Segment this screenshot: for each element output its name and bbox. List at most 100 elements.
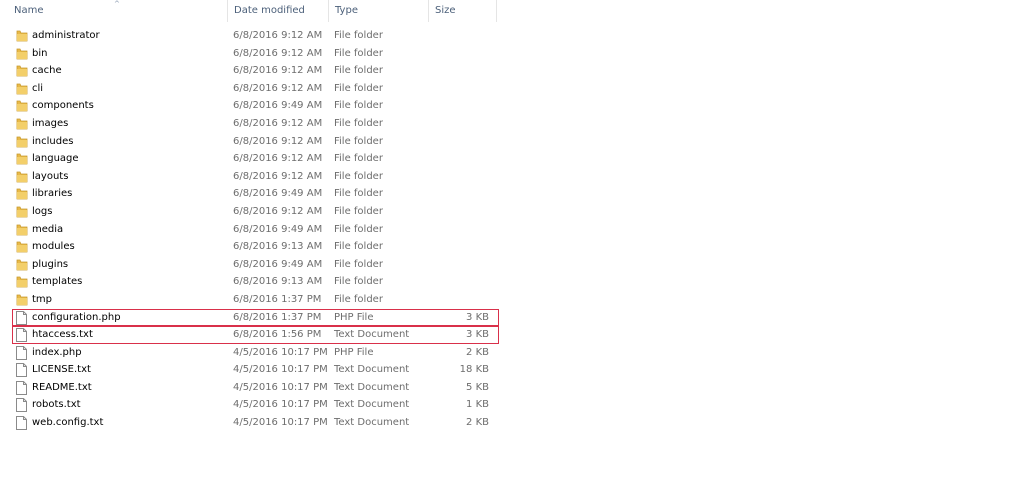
item-name: plugins	[32, 258, 69, 270]
item-name: bin	[32, 47, 48, 59]
file-list-row[interactable]: language 6/8/2016 9:12 AM File folder	[0, 150, 520, 168]
file-list-row-highlighted[interactable]: htaccess.txt 6/8/2016 1:56 PM Text Docum…	[12, 326, 499, 344]
file-list-row[interactable]: components 6/8/2016 9:49 AM File folder	[0, 97, 520, 115]
folder-icon	[16, 223, 28, 237]
file-list-row[interactable]: images 6/8/2016 9:12 AM File folder	[0, 115, 520, 133]
item-size: 18 KB	[459, 364, 489, 376]
folder-icon	[16, 187, 28, 201]
item-name: LICENSE.txt	[32, 364, 91, 376]
column-header-bar: ^ Name Date modified Type Size	[0, 0, 497, 22]
item-type: PHP File	[334, 346, 374, 358]
item-type: File folder	[334, 82, 383, 94]
folder-icon	[16, 170, 28, 184]
item-type: Text Document	[334, 381, 410, 393]
folder-icon	[16, 258, 28, 272]
folder-icon	[16, 29, 28, 43]
file-list-row[interactable]: plugins 6/8/2016 9:49 AM File folder	[0, 256, 520, 274]
item-name: index.php	[32, 346, 82, 358]
item-date-modified: 4/5/2016 10:17 PM	[233, 381, 328, 393]
file-icon	[16, 363, 28, 378]
item-date-modified: 6/8/2016 9:12 AM	[233, 205, 323, 217]
item-type: File folder	[334, 276, 383, 288]
item-date-modified: 6/8/2016 1:37 PM	[233, 293, 322, 305]
item-type: Text Document	[334, 417, 410, 429]
item-size: 3 KB	[466, 329, 489, 341]
folder-icon	[16, 240, 28, 254]
item-type: File folder	[334, 47, 383, 59]
item-type: File folder	[334, 205, 383, 217]
item-name: htaccess.txt	[32, 329, 93, 341]
item-size: 3 KB	[466, 311, 489, 323]
folder-icon	[16, 135, 28, 149]
file-list-row[interactable]: administrator 6/8/2016 9:12 AM File fold…	[0, 27, 520, 45]
folder-icon	[16, 205, 28, 219]
file-list-row[interactable]: logs 6/8/2016 9:12 AM File folder	[0, 203, 520, 221]
column-header-date-modified[interactable]: Date modified	[228, 0, 329, 22]
item-type: File folder	[334, 153, 383, 165]
folder-icon	[16, 99, 28, 113]
folder-icon	[16, 293, 28, 307]
folder-icon	[16, 152, 28, 166]
item-name: components	[32, 100, 94, 112]
item-type: Text Document	[334, 329, 410, 341]
item-date-modified: 4/5/2016 10:17 PM	[233, 417, 328, 429]
item-name: cli	[32, 82, 44, 94]
file-list-row[interactable]: LICENSE.txt 4/5/2016 10:17 PM Text Docum…	[0, 361, 520, 379]
item-date-modified: 6/8/2016 9:49 AM	[233, 188, 323, 200]
column-header-type[interactable]: Type	[329, 0, 429, 22]
item-type: File folder	[334, 65, 383, 77]
file-list-row[interactable]: tmp 6/8/2016 1:37 PM File folder	[0, 291, 520, 309]
file-list-row[interactable]: modules 6/8/2016 9:13 AM File folder	[0, 238, 520, 256]
item-name: web.config.txt	[32, 417, 104, 429]
item-type: PHP File	[334, 311, 374, 323]
file-list-row[interactable]: README.txt 4/5/2016 10:17 PM Text Docume…	[0, 379, 520, 397]
item-date-modified: 4/5/2016 10:17 PM	[233, 399, 328, 411]
file-list-row[interactable]: layouts 6/8/2016 9:12 AM File folder	[0, 168, 520, 186]
item-type: File folder	[334, 30, 383, 41]
file-list-row[interactable]: cache 6/8/2016 9:12 AM File folder	[0, 62, 520, 80]
file-list-row[interactable]: bin 6/8/2016 9:12 AM File folder	[0, 45, 520, 63]
file-icon	[16, 416, 28, 431]
folder-icon	[16, 275, 28, 289]
file-list-row[interactable]: robots.txt 4/5/2016 10:17 PM Text Docume…	[0, 396, 520, 414]
item-name: tmp	[32, 293, 53, 305]
item-type: File folder	[334, 188, 383, 200]
file-list-row[interactable]: index.php 4/5/2016 10:17 PM PHP File 2 K…	[0, 344, 520, 362]
column-header-size[interactable]: Size	[429, 0, 497, 22]
item-size: 2 KB	[466, 346, 489, 358]
file-icon	[16, 310, 28, 325]
file-list-row[interactable]: includes 6/8/2016 9:12 AM File folder	[0, 133, 520, 151]
file-icon	[16, 345, 28, 360]
item-date-modified: 6/8/2016 9:12 AM	[233, 153, 323, 165]
file-list-row[interactable]: web.config.txt 4/5/2016 10:17 PM Text Do…	[0, 414, 520, 432]
item-date-modified: 6/8/2016 9:12 AM	[233, 170, 323, 182]
item-name: media	[32, 223, 64, 235]
item-name: libraries	[32, 188, 73, 200]
item-name: administrator	[32, 30, 100, 41]
column-header-name[interactable]: Name	[8, 0, 228, 22]
item-name: README.txt	[32, 381, 92, 393]
file-list-row[interactable]: cli 6/8/2016 9:12 AM File folder	[0, 80, 520, 98]
file-list-row[interactable]: libraries 6/8/2016 9:49 AM File folder	[0, 185, 520, 203]
item-name: cache	[32, 65, 62, 77]
file-icon	[16, 398, 28, 413]
item-name: language	[32, 153, 79, 165]
item-date-modified: 6/8/2016 9:49 AM	[233, 100, 323, 112]
item-type: File folder	[334, 170, 383, 182]
file-list-row[interactable]: templates 6/8/2016 9:13 AM File folder	[0, 273, 520, 291]
item-type: Text Document	[334, 399, 410, 411]
file-list-row[interactable]: media 6/8/2016 9:49 AM File folder	[0, 221, 520, 239]
folder-icon	[16, 47, 28, 61]
item-date-modified: 6/8/2016 9:12 AM	[233, 65, 323, 77]
file-list: administrator 6/8/2016 9:12 AM File fold…	[0, 27, 520, 432]
item-date-modified: 6/8/2016 9:12 AM	[233, 30, 323, 41]
item-date-modified: 4/5/2016 10:17 PM	[233, 346, 328, 358]
item-date-modified: 6/8/2016 1:56 PM	[233, 329, 322, 341]
item-type: File folder	[334, 135, 383, 147]
folder-icon	[16, 82, 28, 96]
item-date-modified: 6/8/2016 9:12 AM	[233, 117, 323, 129]
file-list-row-highlighted[interactable]: configuration.php 6/8/2016 1:37 PM PHP F…	[12, 308, 499, 327]
item-name: modules	[32, 241, 75, 253]
item-name: includes	[32, 135, 74, 147]
item-date-modified: 6/8/2016 9:13 AM	[233, 241, 323, 253]
